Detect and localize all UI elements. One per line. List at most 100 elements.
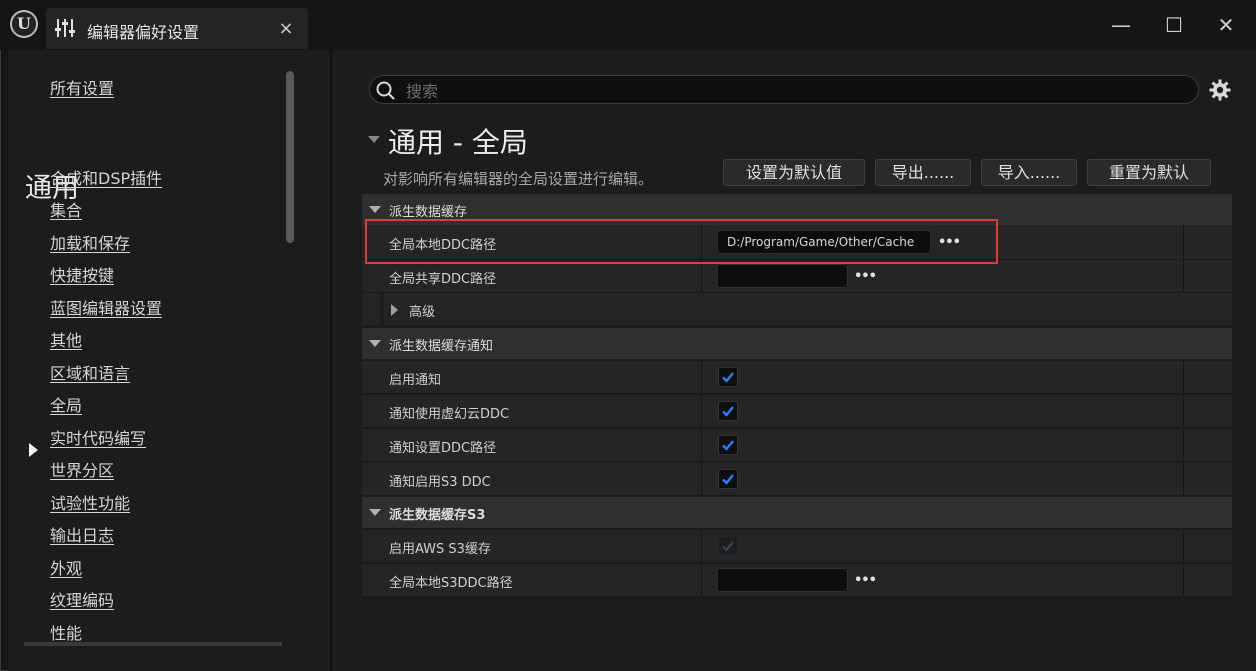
enable-aws-s3-checkbox [718,536,738,556]
sidebar-item-all-settings[interactable]: 所有设置 [50,75,114,99]
column-divider[interactable] [701,395,702,427]
sidebar-item[interactable]: 试验性功能 [50,490,130,514]
section-collapse-icon[interactable] [368,136,380,143]
minimize-button[interactable]: — [1106,10,1136,40]
column-divider[interactable] [701,564,702,596]
table-row-advanced[interactable]: 高级 [362,293,1232,326]
column-divider [1183,463,1184,495]
table-row-notify-unreal-cloud-ddc: 通知使用虚幻云DDC [362,395,1232,428]
column-divider[interactable] [701,429,702,461]
expand-arrow-icon [369,509,381,516]
export-button[interactable]: 导出...... [875,159,971,186]
expand-arrow-icon [369,206,381,213]
unreal-logo-icon[interactable]: U [10,10,38,38]
table-row-global-shared-ddc-path: 全局共享DDC路径 ••• [362,260,1232,293]
notify-enable-s3-checkbox[interactable] [718,469,738,489]
table-row-enable-aws-s3-cache: 启用AWS S3缓存 [362,530,1232,563]
column-divider [1183,530,1184,562]
property-label: 全局本地S3DDC路径 [389,576,513,591]
gear-icon[interactable] [1208,78,1232,102]
column-divider[interactable] [701,463,702,495]
browse-button[interactable]: ••• [854,573,877,588]
column-divider [1183,260,1184,292]
column-divider [1183,361,1184,393]
maximize-button[interactable]: ☐ [1159,10,1189,40]
category-ddc-notifications[interactable]: 派生数据缓存通知 [362,328,1232,359]
title-bar: U 编辑器偏好设置 × — ☐ ✕ [0,0,1256,50]
browse-button[interactable]: ••• [854,269,877,284]
column-divider[interactable] [701,260,702,292]
notify-cloud-ddc-checkbox[interactable] [718,401,738,421]
section-description: 对影响所有编辑器的全局设置进行编辑。 [383,170,654,188]
column-divider [1183,395,1184,427]
column-divider [1183,429,1184,461]
column-divider[interactable] [701,361,702,393]
indent-bar [380,293,384,325]
table-row-enable-notifications: 启用通知 [362,361,1232,394]
search-input[interactable] [404,79,1188,103]
table-row-notify-enable-s3-ddc: 通知启用S3 DDC [362,463,1232,496]
column-divider[interactable] [701,225,702,259]
enable-notifications-checkbox[interactable] [718,367,738,387]
local-ddc-path-field[interactable]: D:/Program/Game/Other/Cache [717,230,931,254]
sidebar-item[interactable]: 性能 [50,620,82,644]
sidebar-item[interactable]: 纹理编码 [50,587,114,611]
table-row-global-local-s3ddc-path: 全局本地S3DDC路径 ••• [362,564,1232,597]
local-s3ddc-path-field[interactable] [717,568,848,592]
sidebar-item-global[interactable]: 全局 [50,392,82,416]
checkmark-icon [722,440,734,451]
sidebar-item[interactable]: 蓝图编辑器设置 [50,295,162,319]
property-label: 通知启用S3 DDC [389,475,491,490]
column-divider[interactable] [701,530,702,562]
property-label: 启用AWS S3缓存 [389,542,491,557]
checkmark-icon [722,474,734,485]
checkmark-icon [722,372,734,383]
browse-button[interactable]: ••• [938,235,961,250]
notify-set-ddc-path-checkbox[interactable] [718,435,738,455]
import-button[interactable]: 导入...... [981,159,1077,186]
sidebar-item[interactable]: 快捷按键 [50,262,114,286]
category-label: 派生数据缓存S3 [389,508,486,523]
column-divider [1183,225,1184,259]
sidebar-item[interactable]: 区域和语言 [50,360,130,384]
checkmark-icon [722,406,734,417]
property-label: 全局共享DDC路径 [389,272,497,287]
category-label: 派生数据缓存 [389,205,468,220]
search-box[interactable] [369,75,1199,104]
tab-title: 编辑器偏好设置 [87,23,200,42]
sidebar-item[interactable]: 其他 [50,327,82,351]
sidebar-horizontal-scrollbar[interactable] [24,642,282,646]
section-title: 通用 - 全局 [388,126,528,159]
tab-close-icon[interactable]: × [276,18,296,39]
property-label: 全局本地DDC路径 [389,238,497,253]
tab-editor-preferences[interactable]: 编辑器偏好设置 × [46,8,308,49]
selected-arrow-icon [29,443,38,457]
table-row-notify-set-ddc-path: 通知设置DDC路径 [362,429,1232,462]
expand-arrow-icon[interactable] [391,304,398,316]
sidebar-scrollbar[interactable] [286,71,294,243]
reset-to-default-button[interactable]: 重置为默认 [1087,159,1211,186]
category-ddc-s3[interactable]: 派生数据缓存S3 [362,497,1232,528]
category-label: 派生数据缓存通知 [389,339,494,354]
sidebar-item[interactable]: 合成和DSP插件 [50,165,162,189]
sidebar-item[interactable]: 集合 [50,197,82,221]
close-button[interactable]: ✕ [1211,10,1241,40]
property-label: 通知设置DDC路径 [389,441,497,456]
property-label: 启用通知 [389,373,442,388]
sidebar-item[interactable]: 外观 [50,555,82,579]
sliders-icon [55,19,75,37]
table-row-global-local-ddc-path: 全局本地DDC路径 D:/Program/Game/Other/Cache ••… [362,225,1232,260]
settings-sidebar: 所有设置 通用 合成和DSP插件 集合 加载和保存 快捷按键 蓝图编辑器设置 其… [8,50,330,671]
advanced-label: 高级 [409,305,436,320]
sidebar-item[interactable]: 世界分区 [50,457,114,481]
property-label: 通知使用虚幻云DDC [389,407,510,422]
expand-arrow-icon [369,340,381,347]
column-divider [1183,564,1184,596]
sidebar-item[interactable]: 实时代码编写 [50,425,146,449]
shared-ddc-path-field[interactable] [717,264,848,288]
category-ddc[interactable]: 派生数据缓存 [362,194,1232,225]
set-as-default-button[interactable]: 设置为默认值 [723,159,865,186]
sidebar-item[interactable]: 加载和保存 [50,230,130,254]
sidebar-item[interactable]: 输出日志 [50,522,114,546]
search-icon [376,81,395,100]
